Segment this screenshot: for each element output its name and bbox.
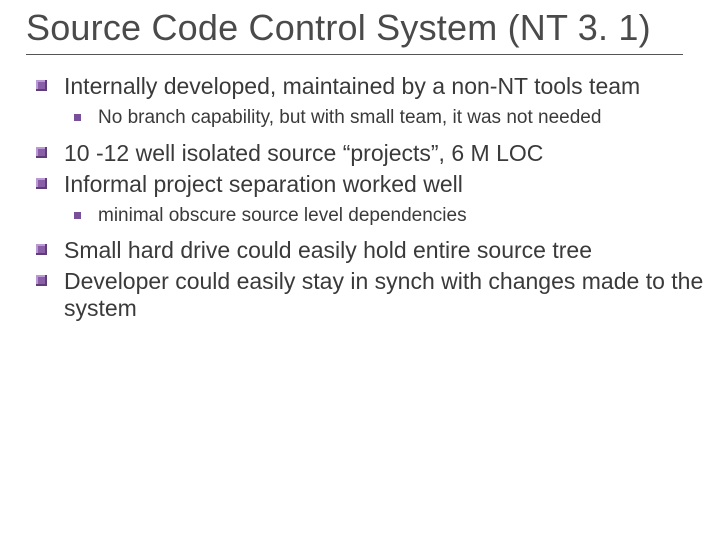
slide-title: Source Code Control System (NT 3. 1) [26,8,710,48]
sub-list-item: No branch capability, but with small tea… [98,106,710,129]
sub-bullet-list: minimal obscure source level dependencie… [64,204,710,227]
list-item-text: 10 -12 well isolated source “projects”, … [64,140,543,166]
list-item-text: Informal project separation worked well [64,171,463,197]
title-underline [26,54,683,55]
list-item: Small hard drive could easily hold entir… [64,237,710,264]
list-item-text: Internally developed, maintained by a no… [64,73,640,99]
list-item: Developer could easily stay in synch wit… [64,268,710,322]
sub-list-item-text: No branch capability, but with small tea… [98,107,601,128]
list-item-text: Developer could easily stay in synch wit… [64,268,703,321]
list-item: 10 -12 well isolated source “projects”, … [64,140,710,167]
list-item: Informal project separation worked well … [64,171,710,227]
sub-bullet-list: No branch capability, but with small tea… [64,106,710,129]
bullet-list: Internally developed, maintained by a no… [26,73,710,322]
list-item-text: Small hard drive could easily hold entir… [64,237,592,263]
list-item: Internally developed, maintained by a no… [64,73,710,129]
sub-list-item-text: minimal obscure source level dependencie… [98,205,467,226]
sub-list-item: minimal obscure source level dependencie… [98,204,710,227]
